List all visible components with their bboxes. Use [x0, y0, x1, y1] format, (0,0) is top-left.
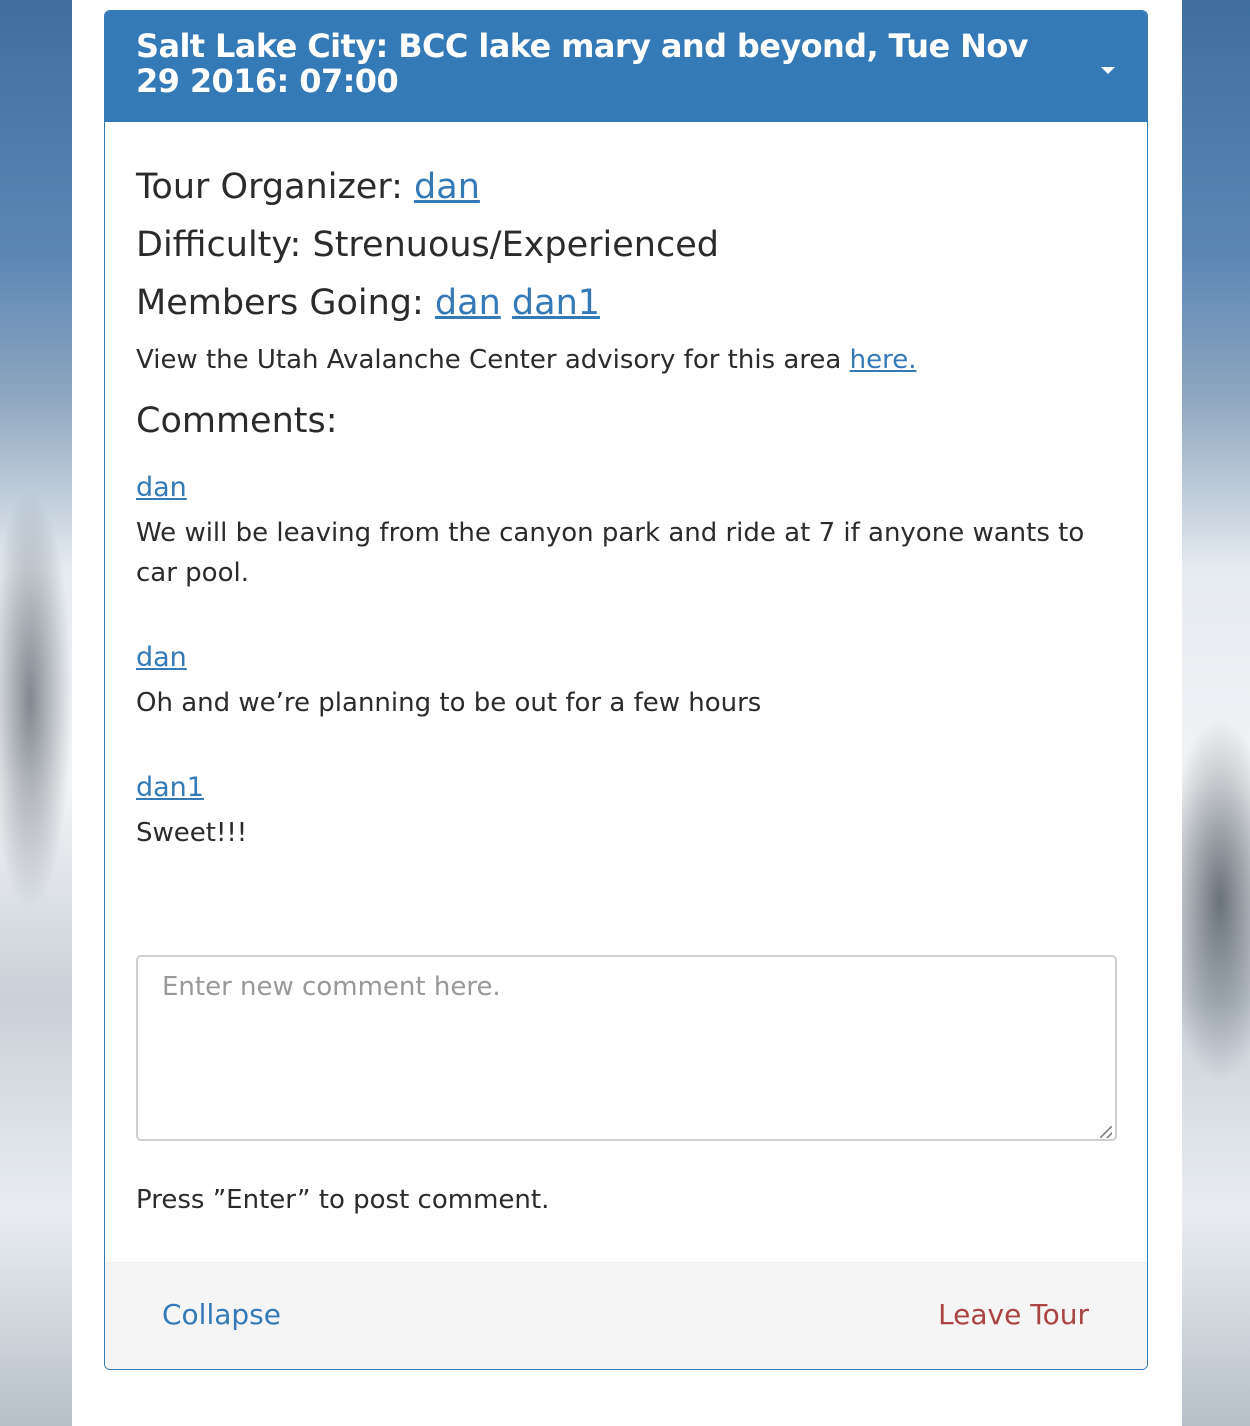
member-link[interactable]: dan — [435, 283, 501, 323]
difficulty-label: Difficulty: — [136, 225, 313, 265]
members-going-row: Members Going: dan dan1 — [136, 283, 600, 323]
collapse-button[interactable]: Collapse — [162, 1297, 281, 1333]
comments-heading: Comments: — [136, 401, 338, 441]
resize-grip-icon[interactable] — [1100, 1126, 1112, 1138]
organizer-link[interactable]: dan — [414, 167, 480, 207]
comment-author-link[interactable]: dan — [136, 472, 187, 504]
member-link[interactable]: dan1 — [512, 283, 600, 323]
caret-down-icon[interactable] — [1101, 67, 1115, 74]
tour-panel-footer: Collapse Leave Tour — [105, 1262, 1147, 1369]
comment-text: Sweet!!! — [136, 818, 248, 848]
advisory-text: View the Utah Avalanche Center advisory … — [136, 345, 850, 375]
difficulty-value: Strenuous/Experienced — [312, 225, 719, 265]
tour-panel-header[interactable]: Salt Lake City: BCC lake mary and beyond… — [105, 11, 1147, 122]
difficulty-row: Difficulty: Strenuous/Experienced — [136, 225, 719, 265]
members-going-label: Members Going: — [136, 283, 435, 323]
tour-title: Salt Lake City: BCC lake mary and beyond… — [136, 27, 1029, 100]
tour-organizer-label: Tour Organizer: — [136, 167, 415, 207]
comment-author-link[interactable]: dan — [136, 642, 187, 674]
advisory-link[interactable]: here. — [850, 345, 917, 375]
comment-author-link[interactable]: dan1 — [136, 772, 204, 804]
comment-text: We will be leaving from the canyon park … — [136, 518, 1085, 588]
comment-text: Oh and we’re planning to be out for a fe… — [136, 688, 762, 718]
advisory-row: View the Utah Avalanche Center advisory … — [136, 344, 917, 376]
new-comment-input[interactable] — [136, 955, 1117, 1141]
tour-organizer-row: Tour Organizer: dan — [136, 167, 480, 207]
tour-panel: Salt Lake City: BCC lake mary and beyond… — [104, 10, 1148, 1370]
post-comment-hint: Press ”Enter” to post comment. — [136, 1185, 550, 1215]
leave-tour-button[interactable]: Leave Tour — [938, 1297, 1089, 1333]
